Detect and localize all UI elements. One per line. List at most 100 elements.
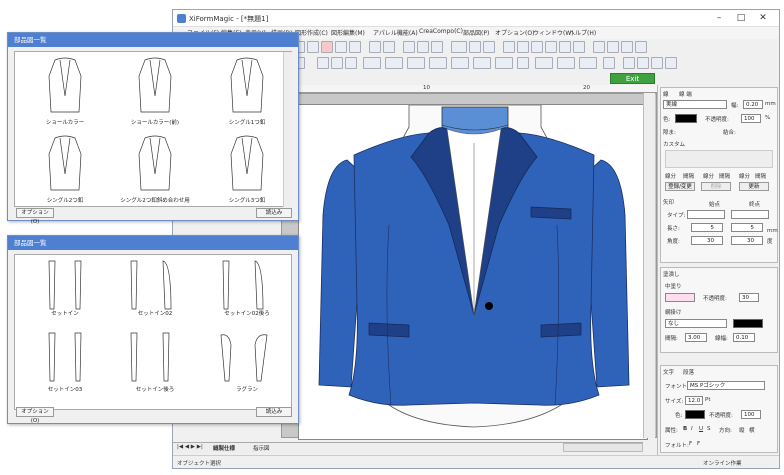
start-length-field[interactable]: 5 xyxy=(691,223,723,232)
blob-tool-icon[interactable] xyxy=(651,57,663,69)
horizontal-scrollbar[interactable] xyxy=(563,443,643,452)
tab-sewing-spec[interactable]: 縫製仕様 xyxy=(213,444,235,452)
spacing-field[interactable]: 3.00 xyxy=(685,333,707,342)
start-angle-field[interactable]: 30 xyxy=(691,236,723,245)
line-style-select[interactable]: 実線 xyxy=(663,100,727,109)
button-tool-icon[interactable] xyxy=(451,57,469,69)
hatch-color-swatch[interactable] xyxy=(733,319,763,328)
drawing-canvas[interactable] xyxy=(281,93,657,440)
menu-creacompo[interactable]: CreaCompo(C) xyxy=(419,28,463,35)
group-tool-icon[interactable] xyxy=(321,41,333,53)
copy-icon[interactable] xyxy=(417,41,429,53)
menu-parts[interactable]: 部品図(P) xyxy=(463,28,489,37)
start-type-select[interactable] xyxy=(687,210,725,219)
width-field[interactable]: 0.20 xyxy=(743,100,763,109)
thumb-shawl-collar-front[interactable] xyxy=(135,56,175,116)
parts-scrollbar[interactable] xyxy=(283,52,292,207)
attr-strike[interactable]: S xyxy=(707,426,711,432)
node-tool-icon[interactable] xyxy=(349,41,361,53)
load-button[interactable]: 読込み xyxy=(256,407,292,417)
end-type-select[interactable] xyxy=(731,210,769,219)
paint-tool-icon[interactable] xyxy=(665,57,677,69)
move-tool-icon[interactable] xyxy=(317,57,329,69)
dash-grid[interactable] xyxy=(665,150,773,168)
effect-2[interactable]: F xyxy=(697,441,700,447)
text-color-swatch[interactable] xyxy=(685,410,705,419)
close-button[interactable]: ✕ xyxy=(752,12,774,25)
text-opacity-field[interactable]: 100 xyxy=(741,410,761,419)
linewidth-field[interactable]: 0.10 xyxy=(733,333,755,342)
tab-line-end[interactable]: 線 端 xyxy=(679,90,692,98)
menu-window[interactable]: ウィンドウ(W) xyxy=(533,28,574,37)
thumb-single-3-button[interactable] xyxy=(227,134,267,194)
register-button[interactable]: 登録/変更 xyxy=(665,182,695,191)
size-field[interactable]: 12.0 xyxy=(685,396,703,405)
attr-italic[interactable]: I xyxy=(691,426,693,432)
seam-tool-icon[interactable] xyxy=(535,57,553,69)
line-color-swatch[interactable] xyxy=(675,114,697,123)
dart-tool-icon[interactable] xyxy=(385,57,403,69)
snap-icon[interactable] xyxy=(531,41,543,53)
menu-create[interactable]: 図形作成(C) xyxy=(295,28,328,37)
menu-apparel[interactable]: アパレル機能(A) xyxy=(373,28,418,37)
tab-text[interactable]: 文字 xyxy=(663,368,674,376)
load-button[interactable]: 読込み xyxy=(256,208,292,218)
minimize-button[interactable]: – xyxy=(708,12,730,25)
delete-button[interactable]: 削除 xyxy=(701,182,731,191)
end-angle-field[interactable]: 30 xyxy=(731,236,763,245)
vertical-scrollbar[interactable] xyxy=(643,93,655,438)
dir-vertical[interactable]: 縦 xyxy=(739,426,745,434)
fold-tool-icon[interactable] xyxy=(429,57,447,69)
frame-icon[interactable] xyxy=(469,41,481,53)
thumb-single-2-button[interactable] xyxy=(45,134,85,194)
hatch-select[interactable]: なし xyxy=(665,319,727,328)
attr-bold[interactable]: B xyxy=(683,426,687,432)
paste-icon[interactable] xyxy=(431,41,443,53)
dir-horizontal[interactable]: 横 xyxy=(749,426,755,434)
option-button[interactable]: オプション(O) xyxy=(16,208,54,225)
attr-underline[interactable]: U xyxy=(699,426,703,432)
thumb-single-2-button-diag[interactable] xyxy=(135,134,175,194)
label-tool-icon[interactable] xyxy=(517,57,529,69)
fill-opacity-field[interactable]: 30 xyxy=(739,293,759,302)
tab-fill[interactable]: 塗潰し xyxy=(663,270,680,278)
shape-tool-icon[interactable] xyxy=(637,57,649,69)
edit-tool-icon[interactable] xyxy=(603,57,615,69)
pocket-tool-icon[interactable] xyxy=(473,57,491,69)
layer-icon[interactable] xyxy=(545,41,557,53)
exit-button[interactable]: Exit xyxy=(610,73,655,84)
rotate-tool-icon[interactable] xyxy=(331,57,343,69)
settings-icon[interactable] xyxy=(635,41,647,53)
select-all-icon[interactable] xyxy=(451,41,467,53)
end-length-field[interactable]: 5 xyxy=(731,223,763,232)
trim-tool-icon[interactable] xyxy=(557,57,575,69)
tab-instruction[interactable]: 指示図 xyxy=(253,444,270,452)
save-icon[interactable] xyxy=(607,41,619,53)
font-select[interactable]: MS Pゴシック xyxy=(687,381,765,390)
cut-icon[interactable] xyxy=(403,41,415,53)
option-button[interactable]: オプション(O) xyxy=(16,407,54,424)
print-icon[interactable] xyxy=(593,41,605,53)
undo-icon[interactable] xyxy=(369,41,381,53)
ungroup-tool-icon[interactable] xyxy=(335,41,347,53)
stitch-tool-icon[interactable] xyxy=(363,57,381,69)
zoom-tool-icon[interactable] xyxy=(307,41,319,53)
menu-modify[interactable]: 図形編集(M) xyxy=(331,28,365,37)
lasso-icon[interactable] xyxy=(503,41,515,53)
pleat-tool-icon[interactable] xyxy=(407,57,425,69)
thumb-setin-back[interactable] xyxy=(127,331,177,391)
thumb-single-1-button[interactable] xyxy=(227,56,267,116)
maximize-button[interactable]: □ xyxy=(730,12,752,25)
align-tool-icon[interactable] xyxy=(579,57,597,69)
thumb-raglan[interactable] xyxy=(219,331,269,391)
grid-icon[interactable] xyxy=(517,41,529,53)
tab-paragraph[interactable]: 段落 xyxy=(683,368,694,376)
curve-tool-icon[interactable] xyxy=(623,57,635,69)
tab-nav-arrows[interactable]: |◀ ◀ ▶ ▶| xyxy=(177,444,203,450)
opacity-field[interactable]: 100 xyxy=(741,114,761,123)
effect-1[interactable]: F xyxy=(689,441,692,447)
measure-icon[interactable] xyxy=(573,41,585,53)
redo-icon[interactable] xyxy=(383,41,395,53)
thumb-shawl-collar[interactable] xyxy=(45,56,85,116)
mirror-tool-icon[interactable] xyxy=(345,57,357,69)
